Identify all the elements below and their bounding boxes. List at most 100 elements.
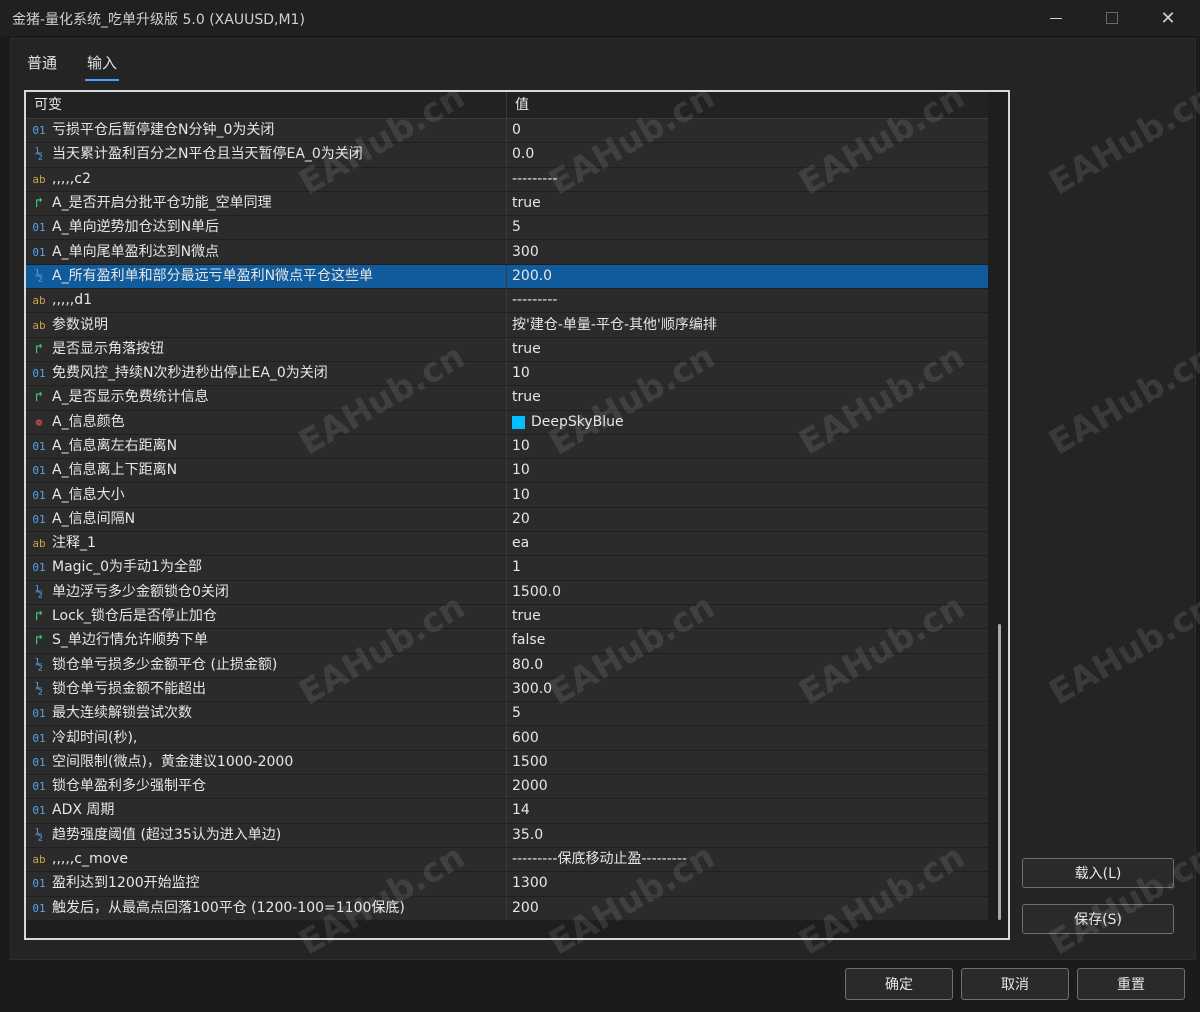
column-header-value[interactable]: 值 (507, 92, 988, 118)
close-icon: ✕ (1160, 7, 1176, 29)
param-value-cell[interactable]: ---------保底移动止盈--------- (507, 848, 988, 871)
param-value-cell[interactable]: ea (507, 532, 988, 555)
param-value: 0 (512, 122, 521, 139)
table-row[interactable]: ab ,,,,,c_move ---------保底移动止盈--------- (26, 847, 988, 873)
table-row[interactable]: ab ,,,,,c2 --------- (26, 167, 988, 192)
param-value-cell[interactable]: 35.0 (507, 824, 988, 847)
param-name-cell: ½ 当天累计盈利百分之N平仓且当天暂停EA_0为关闭 (26, 143, 507, 167)
load-button[interactable]: 载入(L) (1022, 858, 1174, 888)
close-button[interactable]: ✕ (1140, 0, 1196, 36)
param-value: ---------保底移动止盈--------- (512, 851, 687, 868)
param-value-cell[interactable]: 0 (507, 119, 988, 142)
param-value-cell[interactable]: 1500.0 (507, 581, 988, 604)
table-row[interactable]: 01 A_信息大小 10 (26, 483, 988, 508)
table-row[interactable]: 01 免费风控_持续N次秒进秒出停止EA_0为关闭 10 (26, 361, 988, 387)
table-row[interactable]: ↱ A_是否显示免费统计信息 true (26, 386, 988, 411)
column-header-name[interactable]: 可变 (26, 92, 507, 118)
reset-button[interactable]: 重置 (1077, 968, 1185, 1000)
param-value-cell[interactable]: 10 (507, 362, 988, 385)
type-int-icon: 01 (32, 367, 46, 381)
param-value-cell[interactable]: 1300 (507, 872, 988, 895)
scrollbar-thumb[interactable] (998, 624, 1001, 920)
param-value-cell[interactable]: 80.0 (507, 654, 988, 677)
param-value-cell[interactable]: 按'建仓-单量-平仓-其他'顺序编排 (507, 313, 988, 336)
minimize-button[interactable] (1028, 0, 1084, 36)
param-value-cell[interactable]: 10 (507, 435, 988, 458)
table-row[interactable]: 01 A_单向尾单盈利达到N微点 300 (26, 240, 988, 265)
param-value-cell[interactable]: 20 (507, 508, 988, 531)
table-row[interactable]: 01 冷却时间(秒), 600 (26, 726, 988, 751)
type-int-icon: 01 (32, 731, 46, 745)
param-value: 按'建仓-单量-平仓-其他'顺序编排 (512, 316, 717, 333)
param-value-cell[interactable]: false (507, 629, 988, 652)
param-value: 200.0 (512, 267, 553, 284)
table-row[interactable]: 01 锁仓单盈利多少强制平仓 2000 (26, 775, 988, 800)
param-value-cell[interactable]: --------- (507, 289, 988, 312)
param-value-cell[interactable]: 0.0 (507, 143, 988, 166)
table-row[interactable]: ½ 趋势强度阈值 (超过35认为进入单边) 35.0 (26, 823, 988, 848)
table-row[interactable]: 01 A_信息间隔N 20 (26, 507, 988, 533)
param-value-cell[interactable]: 200 (507, 897, 988, 920)
param-value-cell[interactable]: 300 (507, 240, 988, 263)
param-value-cell[interactable]: DeepSkyBlue (507, 411, 988, 434)
param-value-cell[interactable]: true (507, 338, 988, 361)
table-row[interactable]: ↱ Lock_锁仓后是否停止加仓 true (26, 604, 988, 630)
param-value-cell[interactable]: 5 (507, 702, 988, 725)
table-row[interactable]: 01 A_单向逆势加仓达到N单后 5 (26, 216, 988, 241)
param-value-cell[interactable]: 2000 (507, 775, 988, 798)
param-value-cell[interactable]: true (507, 605, 988, 628)
table-row[interactable]: 01 盈利达到1200开始监控 1300 (26, 872, 988, 897)
table-row[interactable]: ½ A_所有盈利单和部分最远亏单盈利N微点平仓这些单 200.0 (26, 264, 988, 290)
table-row[interactable]: ab ,,,,,d1 --------- (26, 289, 988, 314)
type-int-icon: 01 (32, 780, 46, 794)
grid-header: 可变 值 (26, 92, 988, 119)
param-value-cell[interactable]: 600 (507, 726, 988, 749)
param-name-cell: 01 A_单向尾单盈利达到N微点 (26, 240, 507, 264)
param-name: A_所有盈利单和部分最远亏单盈利N微点平仓这些单 (52, 267, 374, 284)
param-value-cell[interactable]: 14 (507, 799, 988, 822)
table-row[interactable]: 01 触发后，从最高点回落100平仓 (1200-100=1100保底) 200 (26, 896, 988, 921)
vertical-scrollbar[interactable] (990, 92, 1008, 938)
param-value-cell[interactable]: 300.0 (507, 678, 988, 701)
table-row[interactable]: ½ 当天累计盈利百分之N平仓且当天暂停EA_0为关闭 0.0 (26, 143, 988, 168)
param-value-cell[interactable]: true (507, 192, 988, 215)
table-row[interactable]: 01 空间限制(微点)，黄金建议1000-2000 1500 (26, 750, 988, 776)
param-name: Magic_0为手动1为全部 (52, 559, 202, 576)
table-row[interactable]: 01 A_信息离上下距离N 10 (26, 459, 988, 484)
table-row[interactable]: 01 ADX 周期 14 (26, 799, 988, 824)
table-row[interactable]: 01 亏损平仓后暂停建仓N分钟_0为关闭 0 (26, 119, 988, 144)
table-row[interactable]: 01 最大连续解锁尝试次数 5 (26, 702, 988, 727)
table-row[interactable]: ab 参数说明 按'建仓-单量-平仓-其他'顺序编排 (26, 313, 988, 338)
param-name: A_单向尾单盈利达到N微点 (52, 243, 220, 260)
param-name: 免费风控_持续N次秒进秒出停止EA_0为关闭 (52, 365, 328, 382)
tab-0[interactable]: 普通 (25, 49, 59, 81)
table-row[interactable]: ab 注释_1 ea (26, 532, 988, 557)
table-row[interactable]: ½ 锁仓单亏损金额不能超出 300.0 (26, 677, 988, 703)
table-row[interactable]: ½ 锁仓单亏损多少金额平仓 (止损金额) 80.0 (26, 653, 988, 678)
inputs-grid[interactable]: 可变 值 01 亏损平仓后暂停建仓N分钟_0为关闭 0 ½ 当天累计盈利百分之N平仓且当… (24, 90, 1010, 940)
maximize-button[interactable] (1084, 0, 1140, 36)
table-row[interactable]: ❁ A_信息颜色 DeepSkyBlue (26, 410, 988, 435)
param-value-cell[interactable]: true (507, 386, 988, 409)
param-name-cell: ↱ 是否显示角落按钮 (26, 337, 507, 361)
param-value-cell[interactable]: 5 (507, 216, 988, 239)
table-row[interactable]: 01 Magic_0为手动1为全部 1 (26, 556, 988, 581)
tab-1[interactable]: 输入 (85, 49, 120, 81)
param-value-cell[interactable]: --------- (507, 168, 988, 191)
param-value-cell[interactable]: 10 (507, 459, 988, 482)
table-row[interactable]: ½ 单边浮亏多少金额锁仓0关闭 1500.0 (26, 580, 988, 605)
param-value-cell[interactable]: 200.0 (507, 265, 988, 288)
param-name-cell: 01 最大连续解锁尝试次数 (26, 702, 507, 726)
param-value-cell[interactable]: 10 (507, 483, 988, 506)
param-name: A_信息大小 (52, 486, 125, 503)
ok-button[interactable]: 确定 (845, 968, 953, 1000)
cancel-button[interactable]: 取消 (961, 968, 1069, 1000)
table-row[interactable]: 01 A_信息离左右距离N 10 (26, 434, 988, 460)
table-row[interactable]: ↱ 是否显示角落按钮 true (26, 337, 988, 362)
table-row[interactable]: ↱ S_单边行情允许顺势下单 false (26, 629, 988, 654)
table-row[interactable]: ↱ A_是否开启分批平仓功能_空单同理 true (26, 191, 988, 217)
param-value-cell[interactable]: 1500 (507, 751, 988, 774)
param-value-cell[interactable]: 1 (507, 556, 988, 579)
param-value: 14 (512, 802, 530, 819)
save-button[interactable]: 保存(S) (1022, 904, 1174, 934)
